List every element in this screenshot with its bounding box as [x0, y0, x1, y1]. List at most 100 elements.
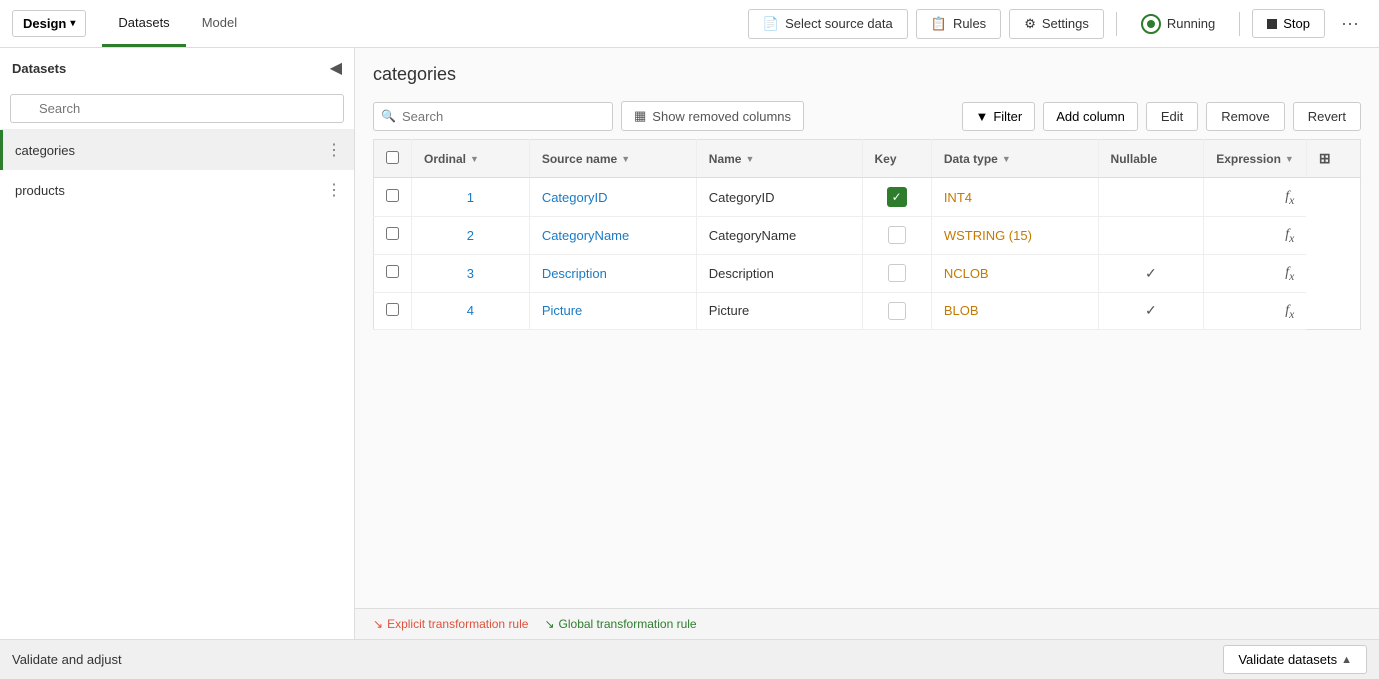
key-checked-icon[interactable]: ✓ — [887, 187, 907, 207]
top-bar: Design ▾ Datasets Model 📄 Select source … — [0, 0, 1379, 48]
content-title: categories — [355, 48, 1379, 93]
sidebar-item-categories-menu[interactable]: ⋮ — [326, 140, 342, 160]
th-key: Key — [862, 140, 931, 178]
main-layout: Datasets ◀ 🔍 categories ⋮ products ⋮ cat… — [0, 48, 1379, 639]
design-chevron-icon: ▾ — [70, 18, 75, 29]
row-nullable: ✓ — [1098, 292, 1204, 330]
revert-button[interactable]: Revert — [1293, 102, 1361, 131]
row-data-type: INT4 — [931, 178, 1098, 217]
select-all-checkbox[interactable] — [386, 151, 399, 164]
sidebar-item-products[interactable]: products ⋮ — [0, 170, 354, 210]
columns-table: Ordinal ▼ Source name ▼ — [373, 139, 1361, 330]
add-column-button[interactable]: Add column — [1043, 102, 1138, 131]
row-ordinal[interactable]: 4 — [412, 292, 530, 330]
row-source-name[interactable]: CategoryName — [529, 217, 696, 255]
row-checkbox[interactable] — [386, 227, 399, 240]
table-body: 1CategoryIDCategoryID ✓ INT4 fx 2Categor… — [374, 178, 1361, 330]
fx-icon[interactable]: fx — [1285, 189, 1294, 204]
stop-icon — [1267, 19, 1277, 29]
name-filter-icon[interactable]: ▼ — [745, 154, 754, 164]
sidebar-item-label: categories — [15, 143, 75, 158]
row-nullable — [1098, 217, 1204, 255]
fx-icon[interactable]: fx — [1285, 227, 1294, 242]
sidebar-item-products-menu[interactable]: ⋮ — [326, 180, 342, 200]
table-icon: ▦ — [634, 108, 646, 124]
row-key-cell — [862, 254, 931, 292]
select-source-button[interactable]: 📄 Select source data — [748, 9, 908, 39]
th-nullable: Nullable — [1098, 140, 1204, 178]
global-transformation-link[interactable]: ↘ Global transformation rule — [544, 617, 696, 631]
sidebar-item-label: products — [15, 183, 65, 198]
content-area: categories 🔍 ▦ Show removed columns ▼ Fi… — [355, 48, 1379, 639]
row-nullable — [1098, 178, 1204, 217]
sidebar-items-list: categories ⋮ products ⋮ — [0, 130, 354, 210]
row-ordinal[interactable]: 1 — [412, 178, 530, 217]
row-checkbox[interactable] — [386, 265, 399, 278]
row-ordinal[interactable]: 3 — [412, 254, 530, 292]
content-footer: ↘ Explicit transformation rule ↘ Global … — [355, 608, 1379, 639]
fx-icon[interactable]: fx — [1285, 265, 1294, 280]
th-checkbox — [374, 140, 412, 178]
row-checkbox-cell — [374, 178, 412, 217]
th-grid: ⊞ — [1306, 140, 1360, 178]
content-search-wrap: 🔍 — [373, 102, 613, 131]
expression-filter-icon[interactable]: ▼ — [1285, 154, 1294, 164]
settings-button[interactable]: ⚙ Settings — [1009, 9, 1104, 39]
tab-model[interactable]: Model — [186, 1, 253, 47]
design-label: Design — [23, 16, 66, 31]
key-unchecked-box[interactable] — [888, 226, 906, 244]
global-arrow-icon: ↘ — [544, 617, 554, 631]
table-row: 1CategoryIDCategoryID ✓ INT4 fx — [374, 178, 1361, 217]
th-data-type: Data type ▼ — [931, 140, 1098, 178]
fx-icon[interactable]: fx — [1285, 303, 1294, 318]
divider — [1116, 12, 1117, 36]
row-expression[interactable]: fx — [1204, 178, 1307, 217]
content-search-input[interactable] — [373, 102, 613, 131]
row-key-cell: ✓ — [862, 178, 931, 217]
row-source-name[interactable]: Description — [529, 254, 696, 292]
sidebar-search-input[interactable] — [10, 94, 344, 123]
explicit-arrow-icon: ↘ — [373, 617, 383, 631]
row-source-name[interactable]: Picture — [529, 292, 696, 330]
source-name-filter-icon[interactable]: ▼ — [621, 154, 630, 164]
key-unchecked-box[interactable] — [888, 302, 906, 320]
row-expression[interactable]: fx — [1204, 292, 1307, 330]
explicit-transformation-link[interactable]: ↘ Explicit transformation rule — [373, 617, 528, 631]
row-data-type: NCLOB — [931, 254, 1098, 292]
row-source-name[interactable]: CategoryID — [529, 178, 696, 217]
th-source-name: Source name ▼ — [529, 140, 696, 178]
key-unchecked-box[interactable] — [888, 264, 906, 282]
document-icon: 📄 — [763, 16, 779, 32]
remove-button[interactable]: Remove — [1206, 102, 1284, 131]
edit-button[interactable]: Edit — [1146, 102, 1198, 131]
filter-icon: ▼ — [975, 109, 988, 124]
tab-datasets[interactable]: Datasets — [102, 1, 185, 47]
row-name: Picture — [696, 292, 862, 330]
validate-datasets-button[interactable]: Validate datasets ▲ — [1223, 645, 1367, 674]
sidebar-item-categories[interactable]: categories ⋮ — [0, 130, 354, 170]
sidebar-collapse-button[interactable]: ◀ — [330, 58, 342, 78]
nullable-checkmark-icon: ✓ — [1145, 265, 1157, 281]
row-expression[interactable]: fx — [1204, 217, 1307, 255]
stop-button[interactable]: Stop — [1252, 9, 1325, 38]
more-button[interactable]: ··· — [1333, 9, 1367, 38]
grid-layout-icon[interactable]: ⊞ — [1319, 150, 1331, 166]
row-name: Description — [696, 254, 862, 292]
th-ordinal: Ordinal ▼ — [412, 140, 530, 178]
sidebar-header: Datasets ◀ — [0, 48, 354, 88]
row-checkbox[interactable] — [386, 189, 399, 202]
filter-button[interactable]: ▼ Filter — [962, 102, 1035, 131]
row-ordinal[interactable]: 2 — [412, 217, 530, 255]
divider2 — [1239, 12, 1240, 36]
row-checkbox-cell — [374, 217, 412, 255]
ordinal-filter-icon[interactable]: ▼ — [470, 154, 479, 164]
validate-label: Validate and adjust — [12, 652, 122, 667]
row-name: CategoryID — [696, 178, 862, 217]
bottom-bar: Validate and adjust Validate datasets ▲ — [0, 639, 1379, 679]
rules-button[interactable]: 📋 Rules — [916, 9, 1001, 39]
data-type-filter-icon[interactable]: ▼ — [1002, 154, 1011, 164]
design-button[interactable]: Design ▾ — [12, 10, 86, 37]
show-removed-button[interactable]: ▦ Show removed columns — [621, 101, 804, 131]
row-expression[interactable]: fx — [1204, 254, 1307, 292]
row-checkbox[interactable] — [386, 303, 399, 316]
